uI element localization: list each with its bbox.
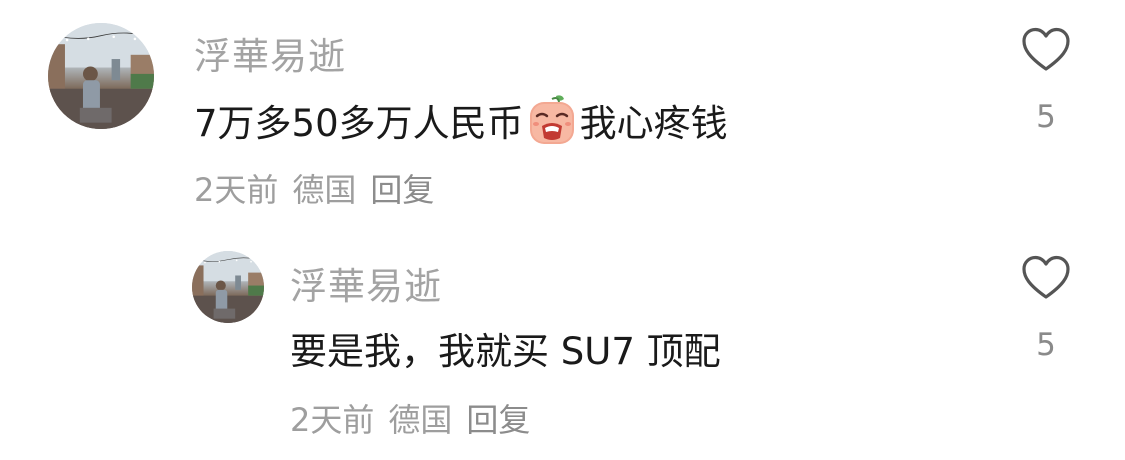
comment-text: 7万多50多万人民币 我心疼钱 xyxy=(194,93,728,147)
comment-meta: 2天前 德国 回复 xyxy=(194,165,434,211)
like-button[interactable]: 5 xyxy=(1016,255,1076,363)
avatar[interactable] xyxy=(48,23,154,129)
comment-text-part: 我心疼钱 xyxy=(579,102,728,145)
comment-item: 浮華易逝 7万多50多万人民币 我心疼钱 2天前 德国 回复 5 xyxy=(0,0,1125,230)
like-count: 5 xyxy=(1036,327,1056,363)
comment-location: 德国 xyxy=(292,171,357,209)
comment-text-part: 7万多50多万人民币 xyxy=(194,102,524,145)
comment-text: 要是我，我就买 SU7 顶配 xyxy=(290,330,721,373)
crying-face-emoji-icon xyxy=(528,94,576,146)
comment-username[interactable]: 浮華易逝 xyxy=(290,256,442,310)
reply-button[interactable]: 回复 xyxy=(370,165,434,211)
like-count: 5 xyxy=(1036,99,1056,135)
like-button[interactable]: 5 xyxy=(1016,27,1076,135)
comment-time: 2天前 xyxy=(194,171,279,209)
reply-button[interactable]: 回复 xyxy=(466,395,530,441)
comment-location: 德国 xyxy=(388,401,453,439)
heart-outline-icon xyxy=(1022,27,1070,71)
comment-meta: 2天前 德国 回复 xyxy=(290,395,530,441)
avatar[interactable] xyxy=(192,251,264,323)
reply-item: 浮華易逝 要是我，我就买 SU7 顶配 2天前 德国 回复 5 xyxy=(0,230,1125,460)
comment-username[interactable]: 浮華易逝 xyxy=(194,26,346,80)
comment-time: 2天前 xyxy=(290,401,375,439)
heart-outline-icon xyxy=(1022,255,1070,299)
